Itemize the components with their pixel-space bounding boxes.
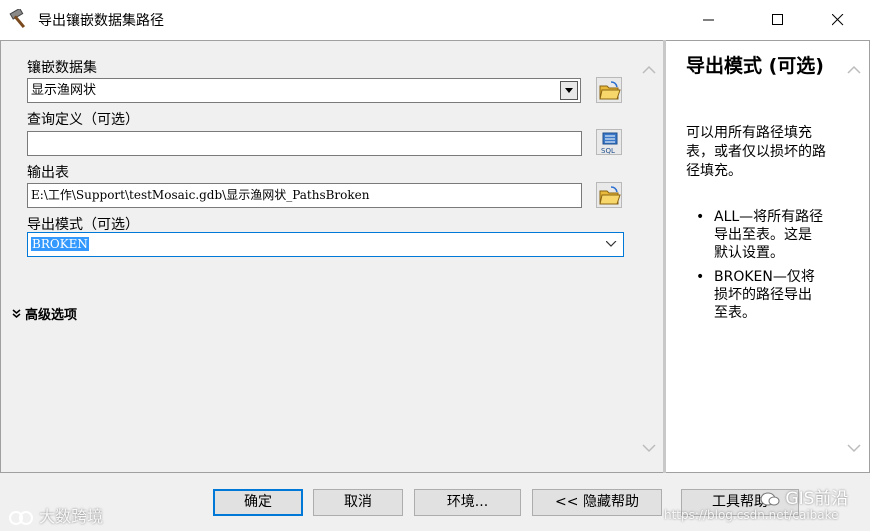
ok-button[interactable]: 确定 <box>213 489 303 516</box>
folder-open-icon <box>599 81 621 100</box>
watermark-url: https://blog.csdn.net/caibake <box>664 508 839 522</box>
help-intro: 可以用所有路径填充表，或者仅以损坏的路径填充。 <box>686 125 826 179</box>
advanced-options-toggle[interactable]: 高级选项 <box>12 304 77 323</box>
minimize-button[interactable] <box>686 0 732 40</box>
query-definition-label: 查询定义（可选） <box>27 112 139 128</box>
double-chevron-down-icon <box>12 309 21 318</box>
output-table-label: 输出表 <box>27 165 69 181</box>
chevron-down-icon <box>606 241 617 247</box>
output-table-input[interactable]: E:\工作\Support\testMosaic.gdb\显示渔网状_Paths… <box>27 183 582 208</box>
minimize-icon <box>703 19 714 21</box>
help-scroll-down-icon[interactable] <box>846 441 862 455</box>
help-item-all: • ALL—将所有路径导出至表。这是默认设置。 <box>696 209 824 261</box>
help-title: 导出模式 (可选) <box>686 55 824 77</box>
mosaic-dataset-combo[interactable]: 显示渔网状 <box>27 78 581 103</box>
sql-builder-button[interactable]: SQL <box>596 129 622 155</box>
export-mode-label: 导出模式（可选） <box>27 217 139 233</box>
watermark-logo-icon <box>9 510 33 525</box>
mosaic-dataset-value: 显示渔网状 <box>31 83 97 98</box>
window-title: 导出镶嵌数据集路径 <box>38 13 164 29</box>
environments-button[interactable]: 环境... <box>414 489 521 516</box>
folder-open-icon <box>599 186 621 205</box>
hide-help-button[interactable]: << 隐藏帮助 <box>532 489 662 516</box>
cancel-button[interactable]: 取消 <box>313 489 403 516</box>
help-scroll-up-icon[interactable] <box>846 63 862 77</box>
close-icon <box>832 14 844 26</box>
chevron-down-icon <box>565 88 573 93</box>
mosaic-dataset-label: 镶嵌数据集 <box>27 60 97 76</box>
sql-icon: SQL <box>601 132 618 154</box>
watermark-left: 大数跨境 <box>8 503 103 527</box>
help-item-broken: • BROKEN—仅将损坏的路径导出至表。 <box>696 269 815 321</box>
scroll-up-icon[interactable] <box>641 63 657 77</box>
close-button[interactable] <box>815 0 861 40</box>
maximize-icon <box>772 14 783 25</box>
wechat-icon <box>760 492 780 506</box>
help-pane: 导出模式 (可选) 可以用所有路径填充表，或者仅以损坏的路径填充。 • ALL—将… <box>666 40 870 473</box>
browse-mosaic-button[interactable] <box>596 77 622 103</box>
export-mode-select[interactable]: BROKEN <box>27 232 624 257</box>
title-bar: 导出镶嵌数据集路径 <box>0 0 870 40</box>
advanced-options-label: 高级选项 <box>25 308 78 323</box>
help-list: • ALL—将所有路径导出至表。这是默认设置。 • BROKEN—仅将损坏的路径导出… <box>696 208 824 328</box>
scroll-down-icon[interactable] <box>641 441 657 455</box>
export-mode-value: BROKEN <box>31 237 89 251</box>
svg-text:SQL: SQL <box>601 147 615 154</box>
hammer-icon <box>9 9 26 29</box>
query-definition-input[interactable] <box>27 131 582 156</box>
maximize-button[interactable] <box>755 0 801 40</box>
parameters-pane: 镶嵌数据集 显示渔网状 查询定义（可选） SQL 输出表 E:\工作\Suppo… <box>0 40 663 473</box>
browse-output-button[interactable] <box>596 182 622 208</box>
watermark-right: GIS前沿 <box>760 484 848 509</box>
combo-dropdown-button[interactable] <box>560 81 578 100</box>
